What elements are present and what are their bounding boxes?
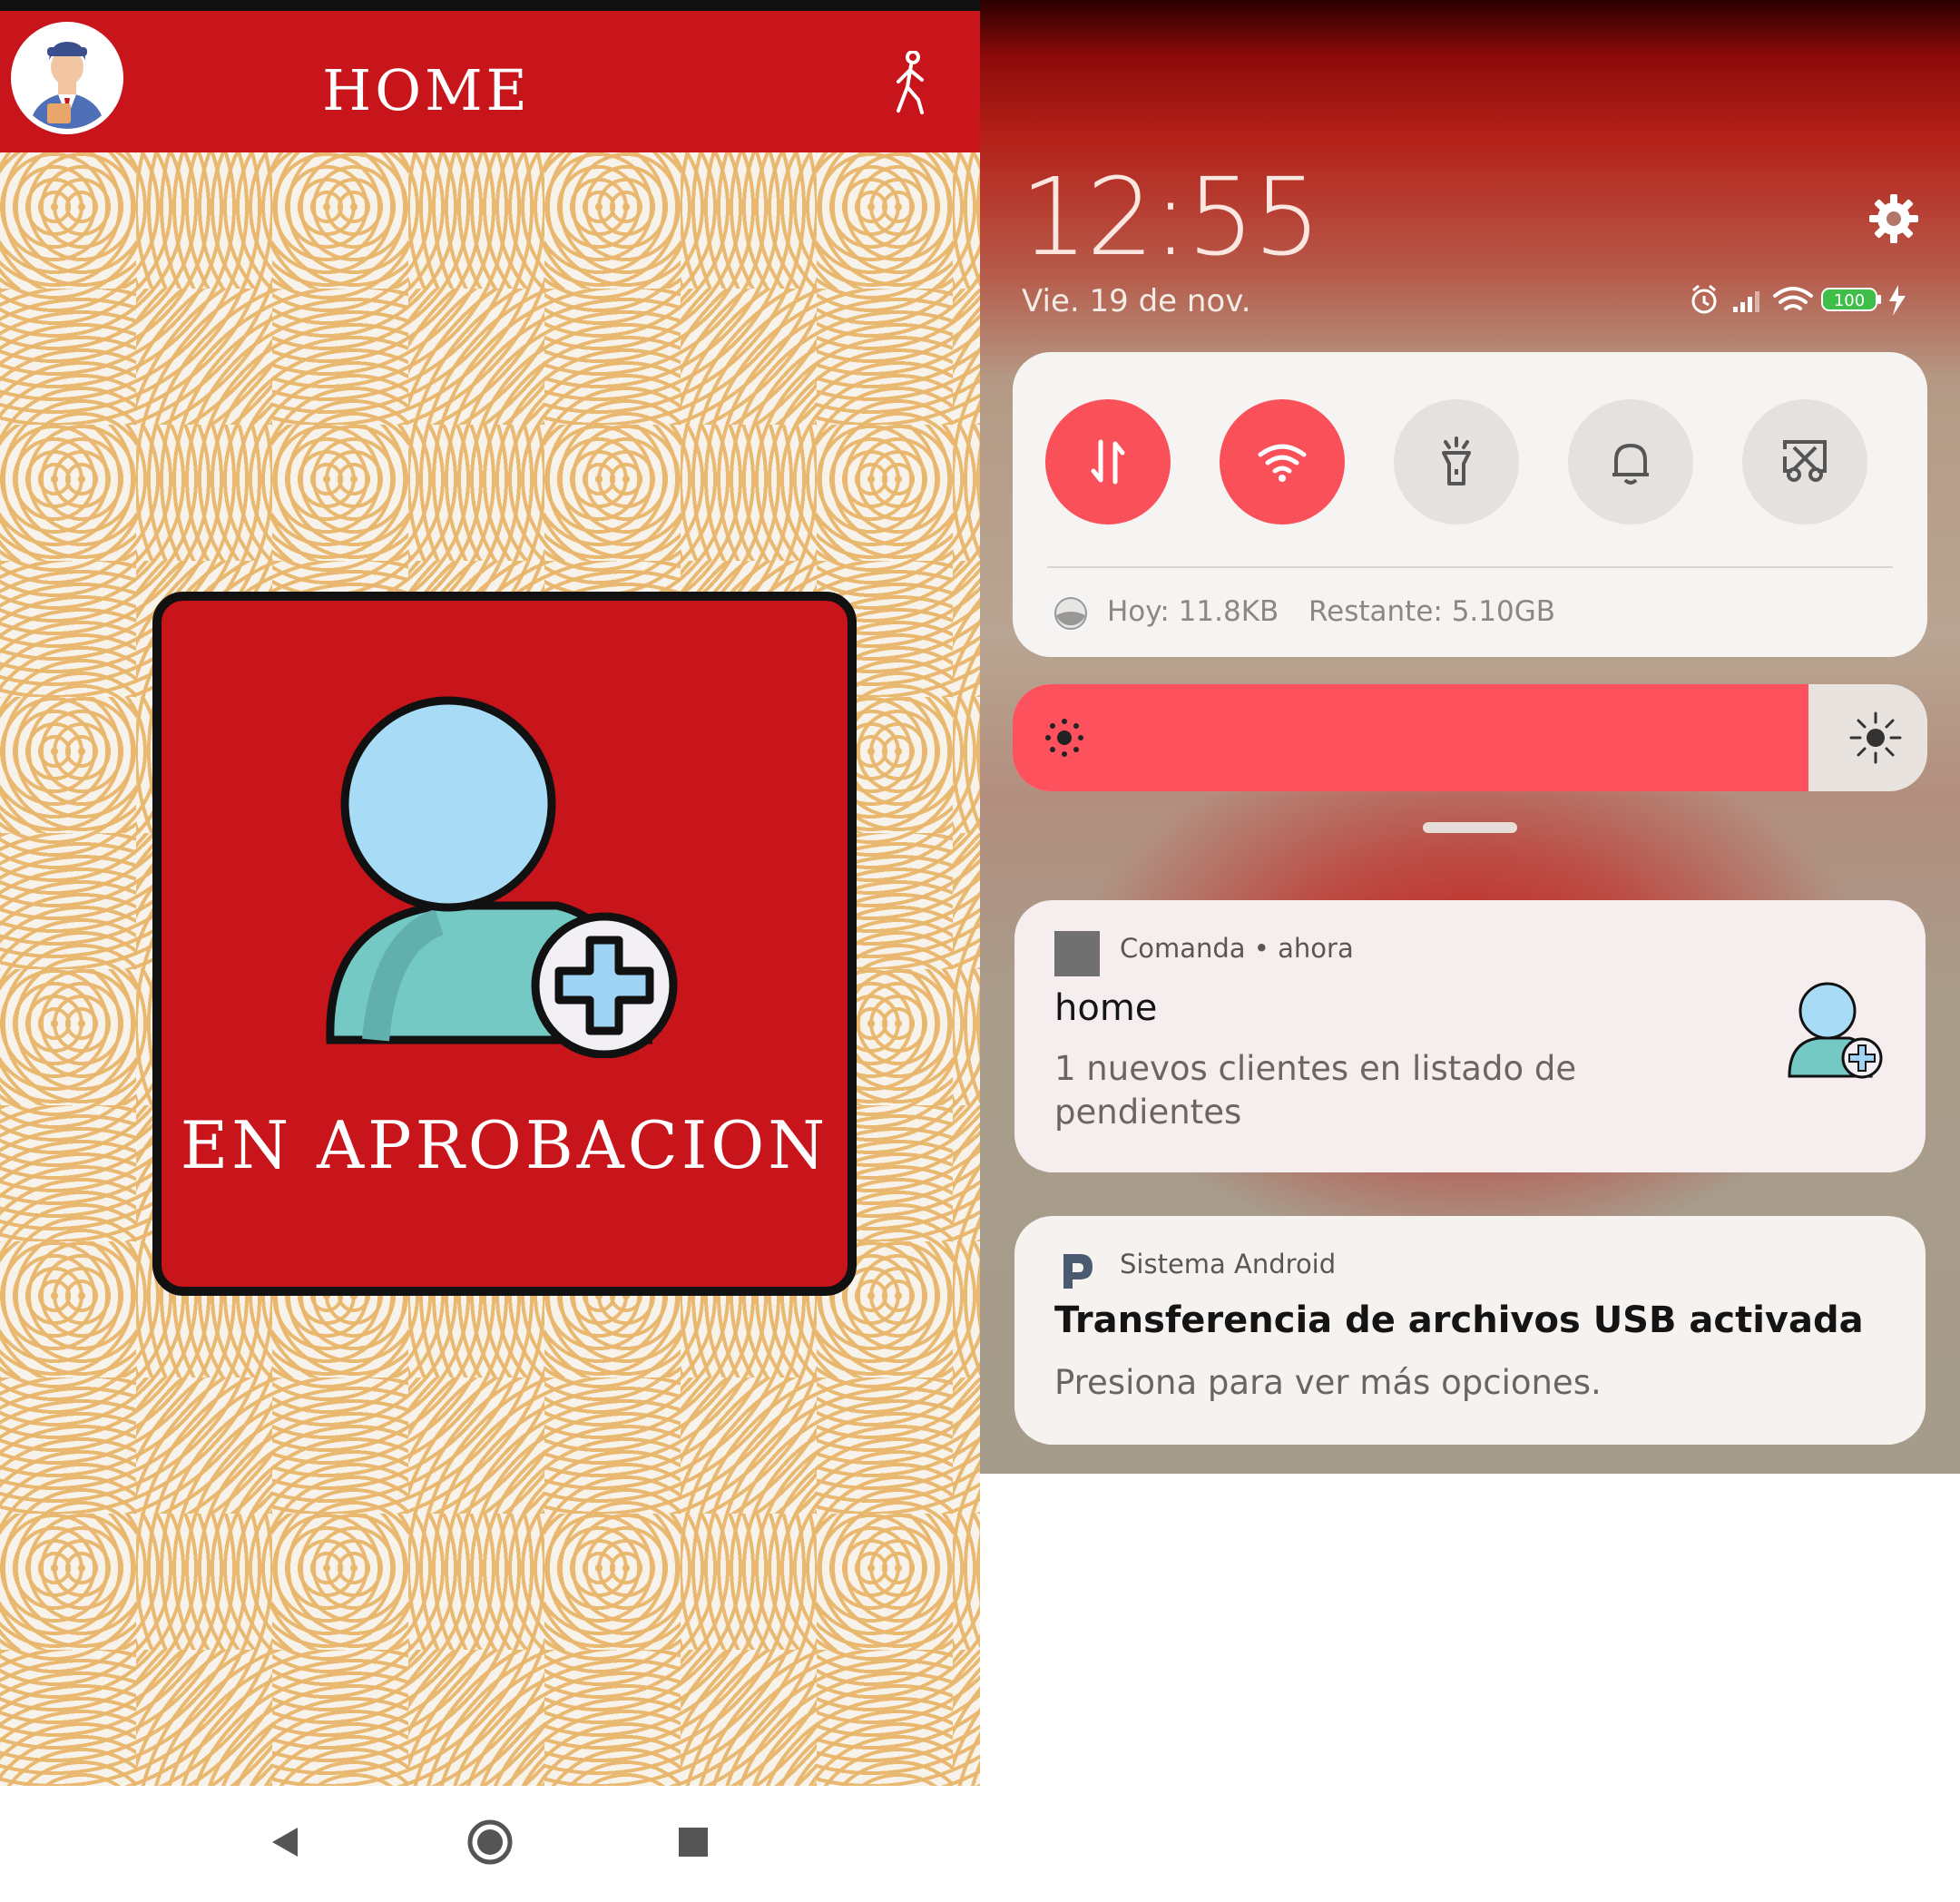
app-bar: HOME bbox=[0, 11, 980, 152]
battery-icon: 100 bbox=[1821, 288, 1881, 311]
notification-title: Transferencia de archivos USB activada bbox=[1054, 1299, 1864, 1341]
flashlight-icon bbox=[1442, 436, 1471, 485]
notification-app-line: Comanda • ahora bbox=[1120, 933, 1354, 964]
brightness-slider[interactable] bbox=[1013, 684, 1927, 791]
page-title: HOME bbox=[322, 57, 531, 123]
status-bar-strip bbox=[0, 0, 980, 11]
brightness-low-icon bbox=[1044, 717, 1085, 759]
app-icon bbox=[1054, 931, 1100, 976]
mobile-data-toggle[interactable] bbox=[1045, 399, 1171, 525]
notification-shade: 12:55 Vie. 19 de nov. 100 Hoy: 11.8KB Re… bbox=[980, 0, 1960, 1474]
en-aprobacion-button[interactable]: EN APROBACION bbox=[152, 592, 857, 1296]
wifi-icon bbox=[1258, 444, 1307, 482]
notification-app-line: Sistema Android bbox=[1120, 1249, 1337, 1279]
notification-body: 1 nuevos clientes en listado de pendient… bbox=[1054, 1049, 1577, 1132]
signal-icon bbox=[1733, 291, 1759, 312]
flashlight-toggle[interactable] bbox=[1394, 399, 1519, 525]
status-icons: 100 bbox=[1688, 281, 1933, 318]
app-screen: HOME EN APROBACION bbox=[0, 0, 980, 1902]
wifi-toggle[interactable] bbox=[1220, 399, 1345, 525]
brightness-fill bbox=[1013, 684, 1808, 791]
data-today[interactable]: Hoy: 11.8KB bbox=[1107, 595, 1279, 628]
add-user-icon bbox=[321, 695, 702, 1059]
screenshot-toggle[interactable] bbox=[1742, 399, 1867, 525]
date[interactable]: Vie. 19 de nov. bbox=[1022, 283, 1251, 319]
shade-handle[interactable] bbox=[1423, 822, 1517, 833]
gear-icon[interactable] bbox=[1867, 192, 1920, 245]
sound-toggle[interactable] bbox=[1568, 399, 1693, 525]
wifi-icon bbox=[1773, 287, 1813, 310]
walking-person-icon[interactable] bbox=[886, 50, 936, 116]
data-usage-icon bbox=[1053, 595, 1089, 632]
screenshot-icon bbox=[1783, 440, 1827, 482]
back-icon[interactable] bbox=[256, 1813, 314, 1871]
svg-text:100: 100 bbox=[1834, 291, 1865, 310]
card-label: EN APROBACION bbox=[180, 1107, 829, 1183]
android-system-icon bbox=[1054, 1247, 1100, 1292]
brightness-high-icon bbox=[1849, 711, 1902, 764]
notification-body: Presiona para ver más opciones. bbox=[1054, 1363, 1602, 1402]
notification-android-system[interactable]: Sistema Android Transferencia de archivo… bbox=[1014, 1216, 1926, 1445]
clock[interactable]: 12:55 bbox=[1020, 154, 1321, 279]
bell-icon bbox=[1612, 444, 1649, 485]
quick-settings-panel: Hoy: 11.8KB Restante: 5.10GB bbox=[1013, 352, 1927, 657]
alarm-icon bbox=[1691, 284, 1717, 314]
charging-icon bbox=[1889, 285, 1906, 316]
add-user-icon bbox=[1786, 982, 1886, 1082]
divider bbox=[1047, 566, 1893, 568]
notification-comanda[interactable]: Comanda • ahora home 1 nuevos clientes e… bbox=[1014, 900, 1926, 1172]
home-icon[interactable] bbox=[461, 1813, 519, 1871]
empty-area bbox=[980, 1474, 1960, 1902]
navigation-bar bbox=[0, 1786, 980, 1902]
mobile-data-icon bbox=[1091, 439, 1125, 485]
data-remaining[interactable]: Restante: 5.10GB bbox=[1308, 595, 1555, 628]
notification-title: home bbox=[1054, 987, 1158, 1029]
recents-icon[interactable] bbox=[664, 1813, 722, 1871]
